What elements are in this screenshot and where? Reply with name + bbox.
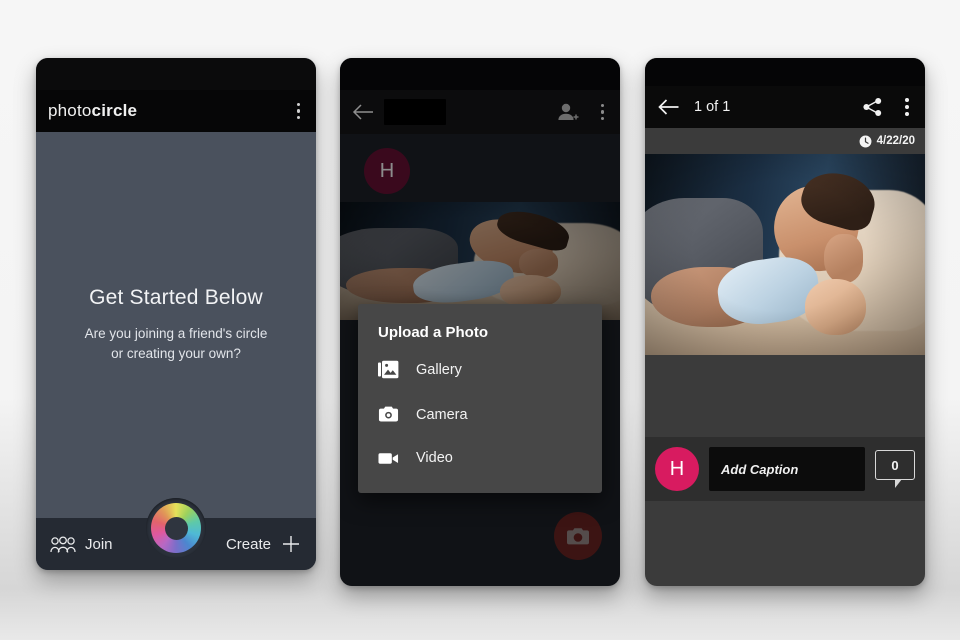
photo-counter: 1 of 1: [694, 99, 731, 115]
join-label: Join: [85, 535, 113, 553]
kebab-menu-icon[interactable]: [901, 94, 913, 120]
avatar: H: [655, 447, 699, 491]
dialog-item-label: Camera: [416, 406, 468, 423]
app-bar: photocircle: [36, 90, 316, 132]
clock-icon: [859, 135, 872, 148]
dialog-item-camera[interactable]: Camera: [358, 392, 602, 437]
camera-icon: [378, 405, 399, 424]
back-arrow-icon[interactable]: [352, 103, 374, 121]
caption-bar: H Add Caption 0: [645, 437, 925, 501]
caption-input[interactable]: Add Caption: [709, 447, 865, 491]
bottom-bar: Join Create: [36, 498, 316, 570]
color-wheel-icon: [151, 503, 201, 553]
speech-bubble-icon: 0: [875, 450, 915, 480]
status-bar: [645, 58, 925, 86]
dialog-title: Upload a Photo: [378, 324, 488, 341]
photo-date: 4/22/20: [876, 135, 915, 147]
brand-name-bold: circle: [91, 101, 138, 120]
create-button[interactable]: Create: [226, 533, 302, 555]
status-bar: [36, 58, 316, 90]
photo-viewer[interactable]: [645, 154, 925, 355]
photo-artwork: [645, 154, 925, 355]
screenshot-stage: photocircle Get Started Below Are you jo…: [0, 0, 960, 640]
phone-screen-upload-dialog: H Upload a Photo Gallery Camera Video: [340, 58, 620, 586]
color-wheel-fab[interactable]: [146, 498, 206, 558]
subtitle-line-2: or creating your own?: [111, 346, 241, 361]
share-icon[interactable]: [862, 97, 883, 117]
status-bar: [340, 58, 620, 90]
video-camera-icon: [378, 451, 399, 466]
home-content: Get Started Below Are you joining a frie…: [36, 132, 316, 518]
caption-placeholder: Add Caption: [721, 461, 799, 477]
back-arrow-icon[interactable]: [657, 98, 680, 116]
feed-content: H Upload a Photo Gallery Camera Video: [340, 134, 620, 586]
create-label: Create: [225, 535, 271, 553]
add-person-icon[interactable]: [557, 102, 581, 122]
app-logo: photocircle: [48, 101, 137, 121]
app-bar: 1 of 1: [645, 86, 925, 128]
kebab-menu-icon[interactable]: [597, 100, 609, 125]
date-bar: 4/22/20: [645, 128, 925, 154]
plus-icon: [280, 533, 302, 555]
brand-name-light: photo: [48, 101, 92, 120]
page-subtitle: Are you joining a friend's circle or cre…: [85, 324, 268, 363]
dialog-item-video[interactable]: Video: [358, 437, 602, 479]
dialog-item-gallery[interactable]: Gallery: [358, 347, 602, 392]
app-bar: [340, 90, 620, 134]
comment-count: 0: [891, 457, 899, 473]
phone-screen-photo-detail: 1 of 1 4/22/20 H Add Caption 0: [645, 58, 925, 586]
gallery-icon: [378, 360, 399, 379]
redacted-title: [384, 99, 446, 125]
group-people-icon: [50, 535, 76, 553]
page-title: Get Started Below: [89, 286, 263, 310]
subtitle-line-1: Are you joining a friend's circle: [84, 326, 268, 342]
join-button[interactable]: Join: [50, 536, 113, 553]
phone-screen-home: photocircle Get Started Below Are you jo…: [36, 58, 316, 570]
photo-spacer: [645, 355, 925, 437]
comment-button[interactable]: 0: [875, 450, 915, 488]
dialog-item-label: Gallery: [416, 361, 462, 378]
kebab-menu-icon[interactable]: [293, 99, 305, 124]
dialog-item-label: Video: [416, 450, 453, 466]
upload-photo-dialog: Upload a Photo Gallery Camera Video: [358, 304, 602, 493]
